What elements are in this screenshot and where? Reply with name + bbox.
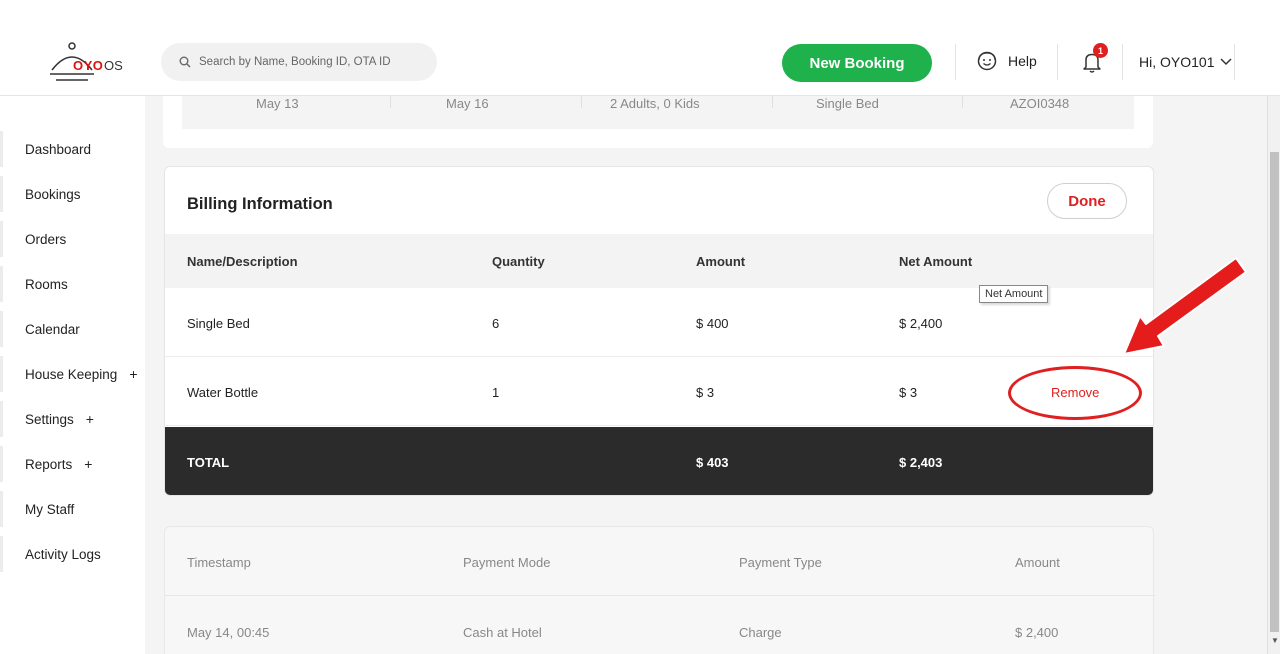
- help-support-icon: [977, 51, 997, 71]
- column-header: Amount: [1015, 555, 1060, 570]
- billing-information-card: Billing Information Done Name/Descriptio…: [164, 166, 1154, 496]
- item-quantity: 6: [492, 316, 500, 331]
- sidebar-item-label: Reports: [25, 456, 73, 472]
- sidebar-item-label: Activity Logs: [25, 546, 101, 562]
- done-button[interactable]: Done: [1047, 183, 1127, 219]
- column-header: Quantity: [492, 254, 545, 269]
- top-header: OYO OS New Booking Help 1 Hi, OYO101: [0, 0, 1280, 96]
- sidebar-item-label: Rooms: [25, 276, 68, 292]
- item-quantity: 1: [492, 385, 500, 400]
- net-amount-tooltip: Net Amount: [979, 285, 1049, 303]
- user-menu[interactable]: Hi, OYO101: [1139, 54, 1233, 70]
- user-greeting: Hi, OYO101: [1139, 54, 1215, 70]
- sidebar: Dashboard Bookings Orders Rooms Calendar…: [0, 96, 145, 654]
- table-row: Water Bottle 1 $ 3 $ 3 Remove: [165, 357, 1153, 426]
- remove-item-button[interactable]: Remove: [1051, 385, 1099, 400]
- column-header: Net Amount: [899, 254, 973, 269]
- header-divider: [1234, 44, 1235, 80]
- summary-divider: [962, 96, 963, 108]
- column-header: Payment Type: [739, 555, 822, 570]
- column-header: Amount: [696, 254, 746, 269]
- booking-summary-card: May 13 3N May 16 2 Adults, 0 Kids Single…: [163, 96, 1153, 148]
- payment-type: Charge: [739, 625, 782, 640]
- check-out-date: May 16: [446, 96, 489, 111]
- sidebar-item-label: House Keeping: [25, 366, 118, 382]
- sidebar-item-settings[interactable]: Settings +: [0, 401, 145, 437]
- sidebar-item-house-keeping[interactable]: House Keeping +: [0, 356, 145, 392]
- item-net-amount: $ 3: [899, 385, 918, 400]
- room-type: Single Bed: [816, 96, 879, 111]
- help-label: Help: [1008, 53, 1037, 69]
- payment-amount: $ 2,400: [1015, 625, 1059, 640]
- sidebar-item-calendar[interactable]: Calendar: [0, 311, 145, 347]
- sidebar-item-reports[interactable]: Reports +: [0, 446, 145, 482]
- billing-title: Billing Information: [187, 195, 333, 213]
- booking-id: AZOI0348: [1010, 96, 1070, 111]
- sidebar-item-dashboard[interactable]: Dashboard: [0, 131, 145, 167]
- column-header: Timestamp: [187, 555, 251, 570]
- booking-summary-strip: May 13 3N May 16 2 Adults, 0 Kids Single…: [182, 96, 1134, 129]
- sidebar-item-label: Dashboard: [25, 141, 92, 157]
- logo-suffix-text: OS: [104, 58, 123, 73]
- expand-icon: +: [129, 366, 138, 382]
- billing-table-header: Name/Description Quantity Amount Net Amo…: [165, 234, 1153, 288]
- total-net-amount: $ 2,403: [899, 455, 943, 470]
- sidebar-item-my-staff[interactable]: My Staff: [0, 491, 145, 527]
- total-amount: $ 403: [696, 455, 729, 470]
- sidebar-item-label: Bookings: [25, 186, 81, 202]
- annotation-arrow-icon: [1123, 257, 1247, 355]
- search-input[interactable]: [199, 56, 419, 68]
- logo-brand-text: OYO: [73, 58, 104, 73]
- scroll-down-arrow-icon[interactable]: ▼: [1271, 636, 1279, 645]
- scrollbar-thumb[interactable]: [1270, 152, 1279, 632]
- main-content: May 13 3N May 16 2 Adults, 0 Kids Single…: [145, 96, 1267, 654]
- help-button[interactable]: Help: [976, 50, 1037, 72]
- item-name: Single Bed: [187, 316, 250, 331]
- check-in-date: May 13: [256, 96, 299, 111]
- sidebar-item-rooms[interactable]: Rooms: [0, 266, 145, 302]
- summary-divider: [390, 96, 391, 108]
- sidebar-item-bookings[interactable]: Bookings: [0, 176, 145, 212]
- item-net-amount: $ 2,400: [899, 316, 943, 331]
- new-booking-button[interactable]: New Booking: [782, 44, 932, 82]
- summary-divider: [581, 96, 582, 108]
- sidebar-item-activity-logs[interactable]: Activity Logs: [0, 536, 145, 572]
- sidebar-item-label: Settings: [25, 411, 74, 427]
- page-scrollbar[interactable]: ▼: [1267, 96, 1280, 654]
- item-name: Water Bottle: [187, 385, 259, 400]
- column-header: Name/Description: [187, 254, 298, 269]
- sidebar-item-label: Orders: [25, 231, 67, 247]
- expand-icon: +: [84, 456, 93, 472]
- payment-mode: Cash at Hotel: [463, 625, 542, 640]
- sidebar-item-orders[interactable]: Orders: [0, 221, 145, 257]
- header-divider: [1057, 44, 1058, 80]
- notification-count-badge: 1: [1093, 43, 1108, 58]
- chevron-down-icon: [1220, 58, 1233, 66]
- item-amount: $ 3: [696, 385, 715, 400]
- sidebar-item-label: My Staff: [25, 501, 75, 517]
- payments-card: Timestamp Payment Mode Payment Type Amou…: [164, 526, 1155, 654]
- header-divider: [1122, 44, 1123, 80]
- sidebar-item-label: Calendar: [25, 321, 80, 337]
- expand-icon: +: [85, 411, 94, 427]
- guest-count: 2 Adults, 0 Kids: [610, 96, 700, 111]
- search-icon: [179, 56, 191, 68]
- summary-divider: [772, 96, 773, 108]
- column-header: Payment Mode: [463, 555, 551, 570]
- payments-divider: [165, 595, 1155, 596]
- total-row: TOTAL $ 403 $ 2,403: [165, 427, 1153, 495]
- payment-timestamp: May 14, 00:45: [187, 625, 270, 640]
- header-divider: [955, 44, 956, 80]
- total-label: TOTAL: [187, 455, 230, 470]
- item-amount: $ 400: [696, 316, 729, 331]
- search-box[interactable]: [161, 43, 437, 81]
